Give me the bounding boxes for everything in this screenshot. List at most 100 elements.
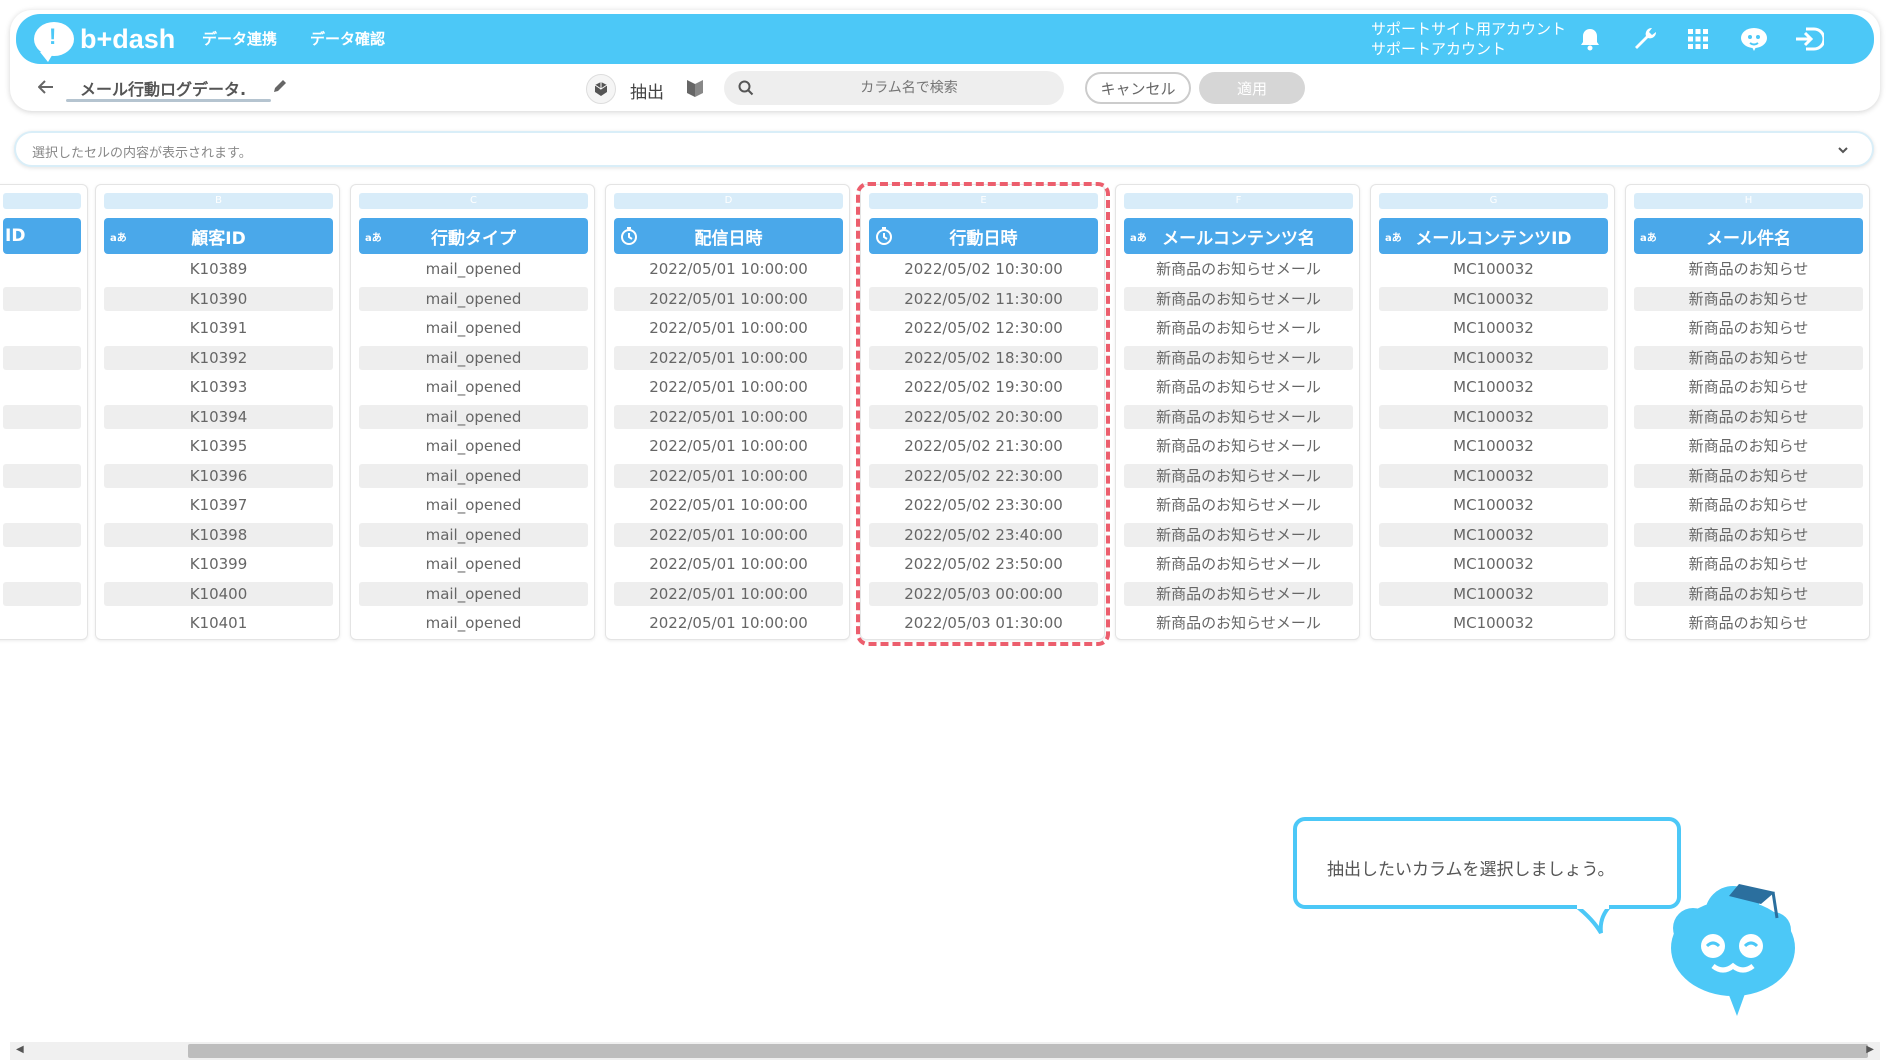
column-header[interactable]: ID [3,218,81,254]
table-cell[interactable]: mail_opened [359,345,588,370]
table-cell[interactable]: K10400 [104,581,333,606]
table-cell[interactable]: 新商品のお知らせ [1634,286,1863,311]
table-cell[interactable]: 2022/05/01 10:00:00 [614,434,843,458]
grid-icon[interactable] [1683,24,1713,54]
table-cell[interactable]: MC100032 [1379,257,1608,281]
column-e[interactable]: E 行動日時 2022/05/02 10:30:00 2022/05/02 11:30… [860,184,1105,640]
table-cell[interactable]: 2022/05/01 10:00:00 [614,552,843,576]
table-cell[interactable]: 2022/05/02 22:30:00 [869,463,1098,488]
table-cell[interactable]: 2022/05/03 01:30:00 [869,611,1098,635]
table-cell[interactable] [3,552,81,576]
table-cell[interactable]: mail_opened [359,552,588,576]
table-cell[interactable]: K10398 [104,522,333,547]
apply-button[interactable]: 適用 [1199,72,1305,104]
account-info[interactable]: サポートサイト用アカウント サポートアカウント [1371,19,1566,59]
column-b[interactable]: Baあ 顧客ID K10389 K10390 K10391 K10392 K10393 K10… [95,184,340,640]
horizontal-scrollbar[interactable]: ◀ ▶ [10,1042,1880,1060]
table-cell[interactable] [3,316,81,340]
table-cell[interactable]: 新商品のお知らせメール [1124,493,1353,517]
table-cell[interactable]: 2022/05/02 11:30:00 [869,286,1098,311]
table-cell[interactable]: 新商品のお知らせ [1634,581,1863,606]
scrollbar-thumb[interactable] [188,1044,1868,1058]
table-cell[interactable]: mail_opened [359,611,588,635]
table-cell[interactable] [3,434,81,458]
table-cell[interactable]: mail_opened [359,522,588,547]
table-cell[interactable] [3,493,81,517]
table-cell[interactable]: 新商品のお知らせメール [1124,375,1353,399]
table-cell[interactable]: 2022/05/02 21:30:00 [869,434,1098,458]
table-cell[interactable]: MC100032 [1379,286,1608,311]
table-cell[interactable]: K10394 [104,404,333,429]
table-cell[interactable]: 新商品のお知らせ [1634,375,1863,399]
cell-content-bar[interactable]: 選択したセルの内容が表示されます。 [14,131,1874,167]
table-cell[interactable]: 2022/05/02 23:50:00 [869,552,1098,576]
table-cell[interactable]: MC100032 [1379,581,1608,606]
table-cell[interactable]: 新商品のお知らせメール [1124,257,1353,281]
column-f[interactable]: Faあ メールコンテンツ名 新商品のお知らせメール 新商品のお知らせメール 新商品のお知… [1115,184,1360,640]
wrench-icon[interactable] [1630,24,1660,54]
table-cell[interactable]: K10390 [104,286,333,311]
table-cell[interactable] [3,611,81,635]
column-header[interactable]: 配信日時 [614,218,843,254]
table-cell[interactable]: 2022/05/01 10:00:00 [614,522,843,547]
column-header[interactable]: aあ メールコンテンツID [1379,218,1608,254]
table-cell[interactable]: K10393 [104,375,333,399]
column-header[interactable]: aあ 行動タイプ [359,218,588,254]
table-cell[interactable]: 新商品のお知らせメール [1124,611,1353,635]
table-cell[interactable]: mail_opened [359,493,588,517]
table-cell[interactable]: mail_opened [359,404,588,429]
table-cell[interactable]: 新商品のお知らせメール [1124,345,1353,370]
table-cell[interactable]: 2022/05/02 18:30:00 [869,345,1098,370]
table-cell[interactable]: MC100032 [1379,522,1608,547]
table-cell[interactable]: 新商品のお知らせ [1634,522,1863,547]
beginner-badge-icon[interactable] [686,78,704,102]
table-cell[interactable]: 2022/05/03 00:00:00 [869,581,1098,606]
column-header[interactable]: 行動日時 [869,218,1098,254]
table-cell[interactable]: 新商品のお知らせ [1634,316,1863,340]
table-cell[interactable]: 2022/05/01 10:00:00 [614,316,843,340]
table-cell[interactable]: mail_opened [359,286,588,311]
table-cell[interactable]: K10401 [104,611,333,635]
column-header[interactable]: aあ メール件名 [1634,218,1863,254]
table-cell[interactable]: 新商品のお知らせ [1634,257,1863,281]
table-cell[interactable]: 2022/05/02 10:30:00 [869,257,1098,281]
table-cell[interactable]: K10396 [104,463,333,488]
nav-data-link[interactable]: データ連携 [202,28,277,49]
table-cell[interactable]: MC100032 [1379,463,1608,488]
table-cell[interactable]: mail_opened [359,257,588,281]
table-cell[interactable]: 新商品のお知らせ [1634,404,1863,429]
table-cell[interactable]: 新商品のお知らせメール [1124,581,1353,606]
scroll-right-icon[interactable]: ▶ [1866,1044,1874,1055]
table-cell[interactable]: 新商品のお知らせ [1634,345,1863,370]
table-cell[interactable] [3,257,81,281]
column-h[interactable]: Haあ メール件名 新商品のお知らせ 新商品のお知らせ 新商品のお知らせ 新商品のお知らせ… [1625,184,1870,640]
column-search[interactable] [724,71,1064,105]
column-a[interactable]: ID [0,184,88,640]
table-cell[interactable]: 2022/05/02 23:30:00 [869,493,1098,517]
table-cell[interactable]: MC100032 [1379,493,1608,517]
table-cell[interactable]: 新商品のお知らせメール [1124,552,1353,576]
pencil-icon[interactable] [272,78,288,98]
column-d[interactable]: D 配信日時 2022/05/01 10:00:00 2022/05/01 10:00… [605,184,850,640]
table-cell[interactable]: 2022/05/01 10:00:00 [614,611,843,635]
table-cell[interactable]: K10389 [104,257,333,281]
logout-icon[interactable] [1794,24,1824,54]
table-cell[interactable]: mail_opened [359,375,588,399]
table-cell[interactable]: 2022/05/01 10:00:00 [614,286,843,311]
table-cell[interactable]: MC100032 [1379,552,1608,576]
table-cell[interactable]: 2022/05/01 10:00:00 [614,375,843,399]
extract-icon[interactable] [586,74,616,104]
cancel-button[interactable]: キャンセル [1085,72,1191,104]
column-header[interactable]: aあ 顧客ID [104,218,333,254]
table-cell[interactable]: 2022/05/01 10:00:00 [614,493,843,517]
table-cell[interactable]: 2022/05/02 20:30:00 [869,404,1098,429]
table-cell[interactable] [3,522,81,547]
table-cell[interactable] [3,581,81,606]
table-cell[interactable]: 新商品のお知らせ [1634,611,1863,635]
table-cell[interactable] [3,404,81,429]
table-cell[interactable] [3,286,81,311]
search-input[interactable] [764,71,1054,105]
page-title[interactable]: メール行動ログデータ. [80,76,246,100]
table-cell[interactable]: K10392 [104,345,333,370]
table-cell[interactable]: MC100032 [1379,345,1608,370]
